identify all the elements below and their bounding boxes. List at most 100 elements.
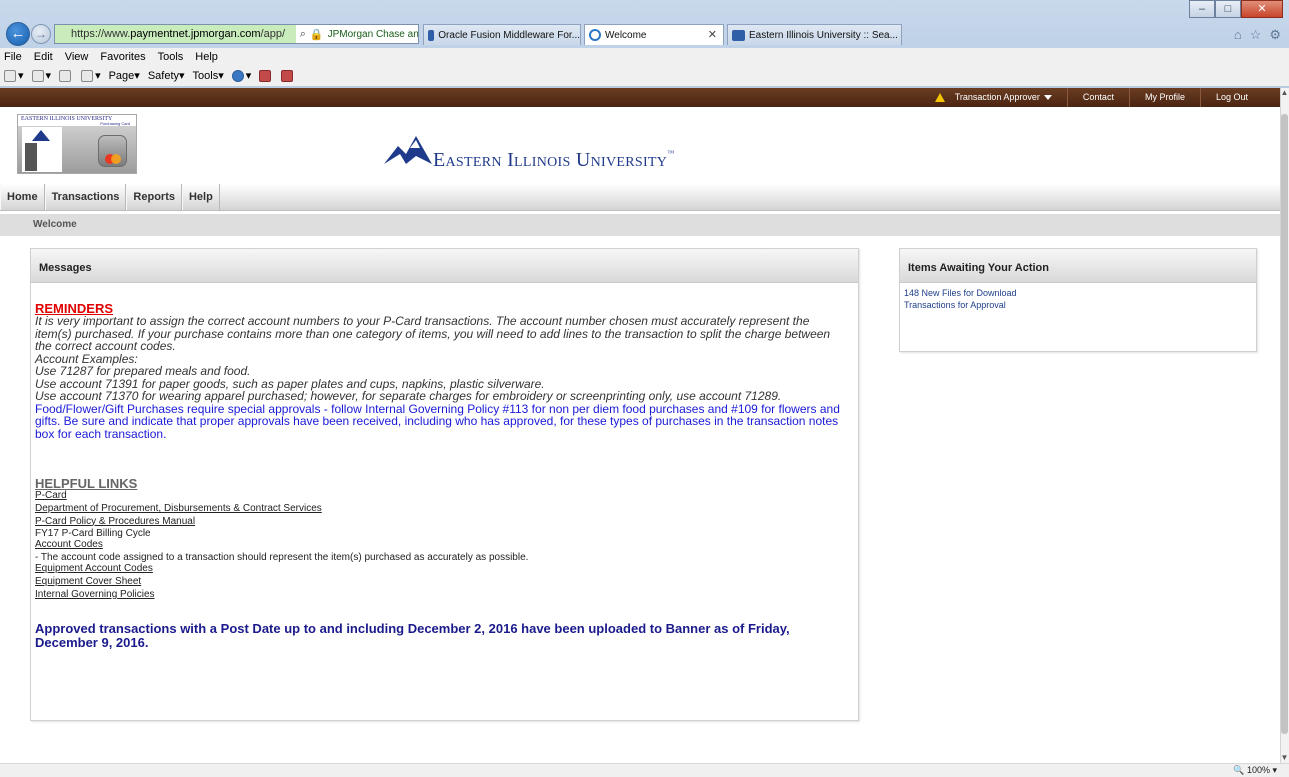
favorites-icon[interactable]: ☆ xyxy=(1250,27,1262,43)
menu-bar: File Edit View Favorites Tools Help xyxy=(0,48,1289,65)
url-prefix: https://www. xyxy=(71,28,131,40)
pcard-logo: EASTERN ILLINOIS UNIVERSITY Purchasing C… xyxy=(17,114,137,174)
tab-label: Eastern Illinois University :: Sea... xyxy=(749,29,898,41)
safety-menu[interactable]: Safety▾ xyxy=(148,69,185,82)
pcard-logo-subtitle: Purchasing Card xyxy=(100,121,130,126)
tools-menu[interactable]: Tools▾ xyxy=(193,69,224,82)
page-icon xyxy=(428,29,435,41)
nav-home[interactable]: Home xyxy=(0,184,45,210)
menu-help[interactable]: Help xyxy=(195,51,218,63)
menu-view[interactable]: View xyxy=(65,51,89,63)
home-icon xyxy=(4,70,16,83)
page-icon xyxy=(732,29,745,41)
utility-menu: Transaction Approver Contact My Profile … xyxy=(920,88,1263,107)
upload-notice: Approved transactions with a Post Date u… xyxy=(35,620,790,650)
menu-favorites[interactable]: Favorites xyxy=(100,51,145,63)
tab-eiu-search[interactable]: Eastern Illinois University :: Sea... xyxy=(727,24,902,45)
role-menu[interactable]: Transaction Approver xyxy=(920,88,1067,107)
mastercard-icon xyxy=(98,135,127,167)
scroll-up-icon[interactable]: ▲ xyxy=(1280,88,1289,98)
page-menu-label: Page xyxy=(108,70,135,82)
ie-icon xyxy=(589,29,601,41)
tools-menu-label: Tools xyxy=(192,70,219,82)
account-example: Use 71287 for prepared meals and food. xyxy=(35,364,251,378)
messages-header: Messages xyxy=(31,249,858,283)
nav-transactions[interactable]: Transactions xyxy=(44,184,127,210)
transactions-approval-link[interactable]: Transactions for Approval xyxy=(904,299,1256,311)
pcard-link[interactable]: P-Card xyxy=(35,490,858,503)
research-cmd[interactable] xyxy=(259,69,273,82)
warning-icon xyxy=(934,93,945,103)
feeds-cmd[interactable]: ▾ xyxy=(31,69,51,83)
gear-icon[interactable]: ⚙ xyxy=(1269,27,1281,43)
actions-header: Items Awaiting Your Action xyxy=(900,249,1256,283)
title-bar: – □ ✕ xyxy=(0,0,1289,20)
nav-help[interactable]: Help xyxy=(181,184,220,210)
feeds-icon xyxy=(31,70,44,83)
manual-link[interactable]: P-Card Policy & Procedures Manual xyxy=(35,516,858,529)
address-bar[interactable]: https://www.paymentnet.jpmorgan.com/app/… xyxy=(54,24,419,44)
mail-icon xyxy=(59,69,72,82)
scroll-down-icon[interactable]: ▼ xyxy=(1280,753,1289,763)
tab-label: Oracle Fusion Middleware For... xyxy=(438,29,580,41)
actions-list: 148 New Files for Download Transactions … xyxy=(900,283,1256,311)
my-profile-link[interactable]: My Profile xyxy=(1128,88,1200,107)
tab-label: Welcome xyxy=(605,29,647,41)
home-icon[interactable]: ⌂ xyxy=(1234,27,1242,43)
messages-body: REMINDERS It is very important to assign… xyxy=(31,283,858,650)
vertical-scrollbar[interactable]: ▲ ▼ xyxy=(1280,88,1289,763)
url-field[interactable]: https://www.paymentnet.jpmorgan.com/app/ xyxy=(55,25,296,43)
main-nav: Home Transactions Reports Help xyxy=(0,184,1283,211)
menu-file[interactable]: File xyxy=(4,51,22,63)
account-codes-note: - The account code assigned to a transac… xyxy=(35,552,529,564)
utility-bar: Transaction Approver Contact My Profile … xyxy=(0,88,1283,107)
account-codes-link[interactable]: Account Codes xyxy=(35,539,858,552)
tab-welcome[interactable]: Welcome ✕ xyxy=(584,24,724,45)
zoom-level: 100% xyxy=(1246,765,1270,775)
lock-icon[interactable]: 🔒 xyxy=(310,28,324,41)
actions-panel: Items Awaiting Your Action 148 New Files… xyxy=(899,248,1257,352)
window-controls: – □ ✕ xyxy=(1189,0,1283,18)
navigation-row: ← → https://www.paymentnet.jpmorgan.com/… xyxy=(0,22,1289,46)
home-cmd[interactable]: ▾ xyxy=(4,69,24,83)
university-name-text: Eastern Illinois University xyxy=(433,149,668,171)
minimize-button[interactable]: – xyxy=(1189,0,1215,18)
messages-panel: Messages REMINDERS It is very important … xyxy=(30,248,859,721)
translate-icon xyxy=(281,69,294,82)
translate-cmd[interactable] xyxy=(281,69,295,82)
menu-edit[interactable]: Edit xyxy=(34,51,53,63)
procurement-link[interactable]: Department of Procurement, Disbursements… xyxy=(35,503,858,516)
help-cmd[interactable]: ▾ xyxy=(231,69,251,83)
eiu-logo-mark-icon xyxy=(384,136,432,164)
menu-tools[interactable]: Tools xyxy=(158,51,184,63)
page-menu[interactable]: Page▾ xyxy=(109,69,140,82)
url-path: /app/ xyxy=(260,28,285,40)
scroll-thumb[interactable] xyxy=(1281,114,1288,734)
maximize-button[interactable]: □ xyxy=(1215,0,1241,18)
p-letter-icon xyxy=(22,127,62,172)
breadcrumb: Welcome xyxy=(0,214,1283,236)
url-host: paymentnet.jpmorgan.com xyxy=(130,28,261,40)
mail-cmd[interactable] xyxy=(59,69,73,82)
forward-button[interactable]: → xyxy=(31,24,51,44)
site-identity[interactable]: JPMorgan Chase an... xyxy=(328,29,418,40)
new-files-link[interactable]: 148 New Files for Download xyxy=(904,287,1256,299)
back-button[interactable]: ← xyxy=(6,22,30,46)
nav-reports[interactable]: Reports xyxy=(126,184,182,210)
search-icon[interactable]: ⌕ xyxy=(300,28,306,41)
close-tab-icon[interactable]: ✕ xyxy=(708,28,717,41)
policies-link[interactable]: Internal Governing Policies xyxy=(35,589,858,602)
close-button[interactable]: ✕ xyxy=(1241,0,1283,18)
account-example: Use account 71370 for wearing apparel pu… xyxy=(35,389,782,403)
tab-oracle[interactable]: Oracle Fusion Middleware For... xyxy=(423,24,581,45)
browser-chrome: – □ ✕ ← → https://www.paymentnet.jpmorga… xyxy=(0,0,1289,88)
equipment-codes-link[interactable]: Equipment Account Codes xyxy=(35,563,858,576)
contact-link[interactable]: Contact xyxy=(1066,88,1129,107)
print-cmd[interactable]: ▾ xyxy=(81,69,101,83)
address-icons: ⌕ 🔒 xyxy=(296,28,328,41)
zoom-control[interactable]: 🔍 100% ▾ xyxy=(1233,765,1277,776)
equipment-cover-link[interactable]: Equipment Cover Sheet xyxy=(35,576,858,589)
chevron-down-icon xyxy=(1043,95,1052,101)
reminder-text: It is very important to assign the corre… xyxy=(35,314,831,353)
log-out-link[interactable]: Log Out xyxy=(1199,88,1263,107)
